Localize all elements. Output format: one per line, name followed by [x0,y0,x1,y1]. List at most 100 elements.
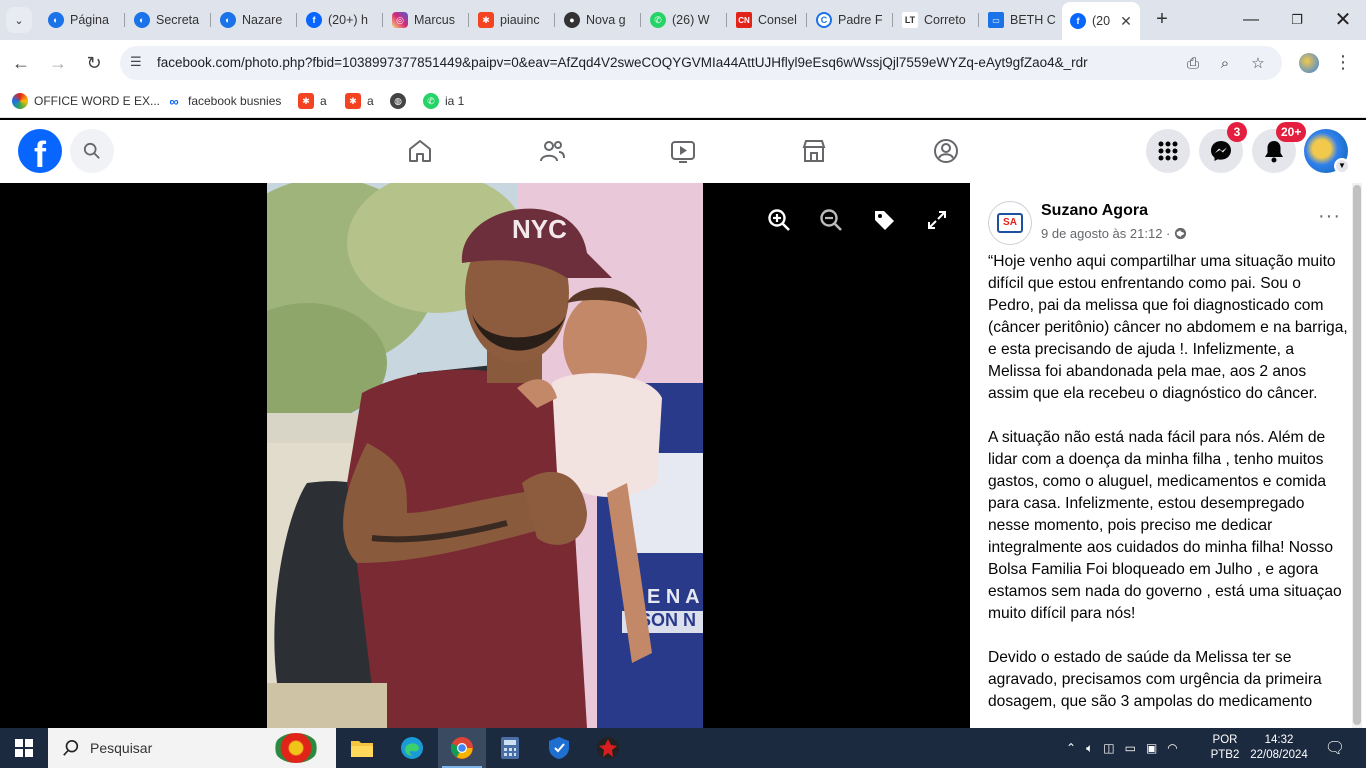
expand-icon [928,211,946,229]
chevron-down-icon[interactable]: ▼ [1334,158,1350,174]
grid-menu-icon [1158,141,1178,161]
fullscreen-button[interactable] [924,207,950,233]
post-panel: SA Suzano Agora 9 de agosto às 21:12 · ·… [970,183,1366,728]
browser-tab[interactable]: ▭ BETH C [980,6,1060,34]
tab-label: BETH C [1010,13,1056,27]
post-paragraph: “Hoje venho aqui compartilhar uma situaç… [988,253,1348,402]
home-icon [409,140,431,162]
browser-tab[interactable]: C Padre F [808,6,890,34]
folder-icon [351,741,373,757]
tag-photo-button[interactable] [871,207,897,233]
joomla-icon: ✱ [478,12,494,28]
search-icon [63,739,79,756]
facebook-logo-icon[interactable]: f [18,129,62,173]
volume-icon[interactable]: 🔈︎ [1086,741,1093,756]
cap-text: NYC [512,214,567,244]
post-timestamp[interactable]: 9 de agosto às 21:12 · [1041,226,1170,241]
shield-icon [549,737,569,759]
zoom-out-button[interactable] [818,207,844,233]
nav-home[interactable] [405,136,435,166]
facebook-search-button[interactable] [70,129,114,173]
bookmark-star-icon[interactable]: ☆ [1248,54,1268,74]
browser-tab[interactable]: ✆ (26) W [642,6,724,34]
maximize-button[interactable]: ❐ [1274,6,1320,34]
back-button[interactable]: ← [8,50,34,76]
taskbar-search[interactable]: Pesquisar [48,728,336,768]
site-settings-icon[interactable]: ☰ [130,54,148,72]
bookmark-item[interactable]: OFFICE WORD E EX... [12,93,160,109]
nav-video[interactable] [668,136,698,166]
bookmark-label: a [320,94,327,108]
bookmark-item[interactable]: ∞ facebook busnies [166,93,281,109]
tab-search-button[interactable]: ⌄ [6,7,32,33]
post-scrollbar[interactable] [1352,183,1362,728]
edge-button[interactable] [388,728,436,768]
browser-tab[interactable]: LT Correto [894,6,976,34]
keyboard-layout: PTB2 [1210,749,1240,761]
search-placeholder: Pesquisar [90,740,153,756]
nav-marketplace[interactable] [799,136,829,166]
meet-now-icon[interactable]: ◫ [1103,741,1114,755]
page-avatar[interactable]: SA [988,201,1032,245]
security-app-button[interactable] [535,728,583,768]
video-icon [671,141,695,163]
notification-center-button[interactable]: 🗨︎ [1320,728,1350,768]
browser-profile-icon[interactable] [1299,53,1319,73]
post-meta: 9 de agosto às 21:12 · [1041,226,1187,241]
zoom-icon[interactable]: ⌕ [1215,54,1235,74]
bookmark-item[interactable]: ◍ [390,93,406,109]
browser-tab[interactable]: ◐ Página [40,6,122,34]
meta-icon: ∞ [166,93,182,109]
game-app-button[interactable] [584,728,632,768]
browser-tab-active[interactable]: f (20 ✕ [1062,2,1140,40]
nav-groups[interactable] [931,136,961,166]
chrome-button[interactable] [438,728,486,768]
battery-warning-icon[interactable]: ▣ [1146,741,1157,755]
install-app-icon[interactable]: ⎙ [1183,54,1203,74]
tab-label: Consel [758,13,797,27]
browser-tab[interactable]: ◐ Nazare [212,6,294,34]
language-indicator[interactable]: POR PTB2 [1206,733,1244,763]
browser-menu-icon[interactable]: ⋮ [1334,52,1352,73]
post-photo[interactable]: R E N A SON N SON N NYC [267,183,703,728]
menu-button[interactable] [1146,129,1190,173]
bookmark-item[interactable]: ✆ ia 1 [423,93,464,109]
minimize-button[interactable]: — [1228,6,1274,34]
chrome-icon [450,737,473,759]
calculator-button[interactable] [486,728,534,768]
window-close-button[interactable]: ✕ [1320,6,1366,34]
start-button[interactable] [0,728,48,768]
browser-tab[interactable]: f (20+) h [298,6,380,34]
messenger-button[interactable]: 3 [1199,122,1247,173]
notifications-button[interactable]: 20+ [1252,122,1307,173]
browser-tab[interactable]: ◎ Marcus [384,6,466,34]
clock-time: 14:32 [1264,734,1294,746]
chevron-up-icon[interactable]: ⌃ [1066,741,1076,755]
zoom-in-button[interactable] [766,207,792,233]
close-icon[interactable]: ✕ [1120,13,1132,30]
new-tab-button[interactable]: + [1150,8,1174,32]
tab-label: (20 [1092,14,1111,28]
post-options-button[interactable]: ··· [1318,205,1341,228]
forward-button[interactable]: → [45,50,71,76]
friends-icon [540,141,565,162]
bookmark-item[interactable]: ✱ a [298,93,327,109]
browser-tab[interactable]: CN Consel [728,6,810,34]
url-text[interactable]: facebook.com/photo.php?fbid=103899737785… [157,55,1088,70]
browser-tab[interactable]: ✱ piauinc [470,6,552,34]
page-name-link[interactable]: Suzano Agora [1041,202,1148,220]
clock[interactable]: 14:32 22/08/2024 [1244,733,1314,763]
browser-tab[interactable]: ● Nova g [556,6,638,34]
browser-tab[interactable]: ◐ Secreta [126,6,208,34]
file-explorer-button[interactable] [338,728,386,768]
cn-icon: CN [736,12,752,28]
address-bar[interactable]: ☰ facebook.com/photo.php?fbid=1038997377… [120,46,1282,80]
bookmark-label: facebook busnies [188,94,282,108]
wifi-icon[interactable]: ◠ [1167,741,1177,755]
calculator-icon [501,737,519,759]
touchpad-icon[interactable]: ▭ [1125,741,1136,755]
reload-button[interactable]: ↻ [81,50,107,76]
bookmark-item[interactable]: ✱ a [345,93,374,109]
nav-friends[interactable] [537,136,567,166]
edge-globe-icon: ◐ [134,12,150,28]
